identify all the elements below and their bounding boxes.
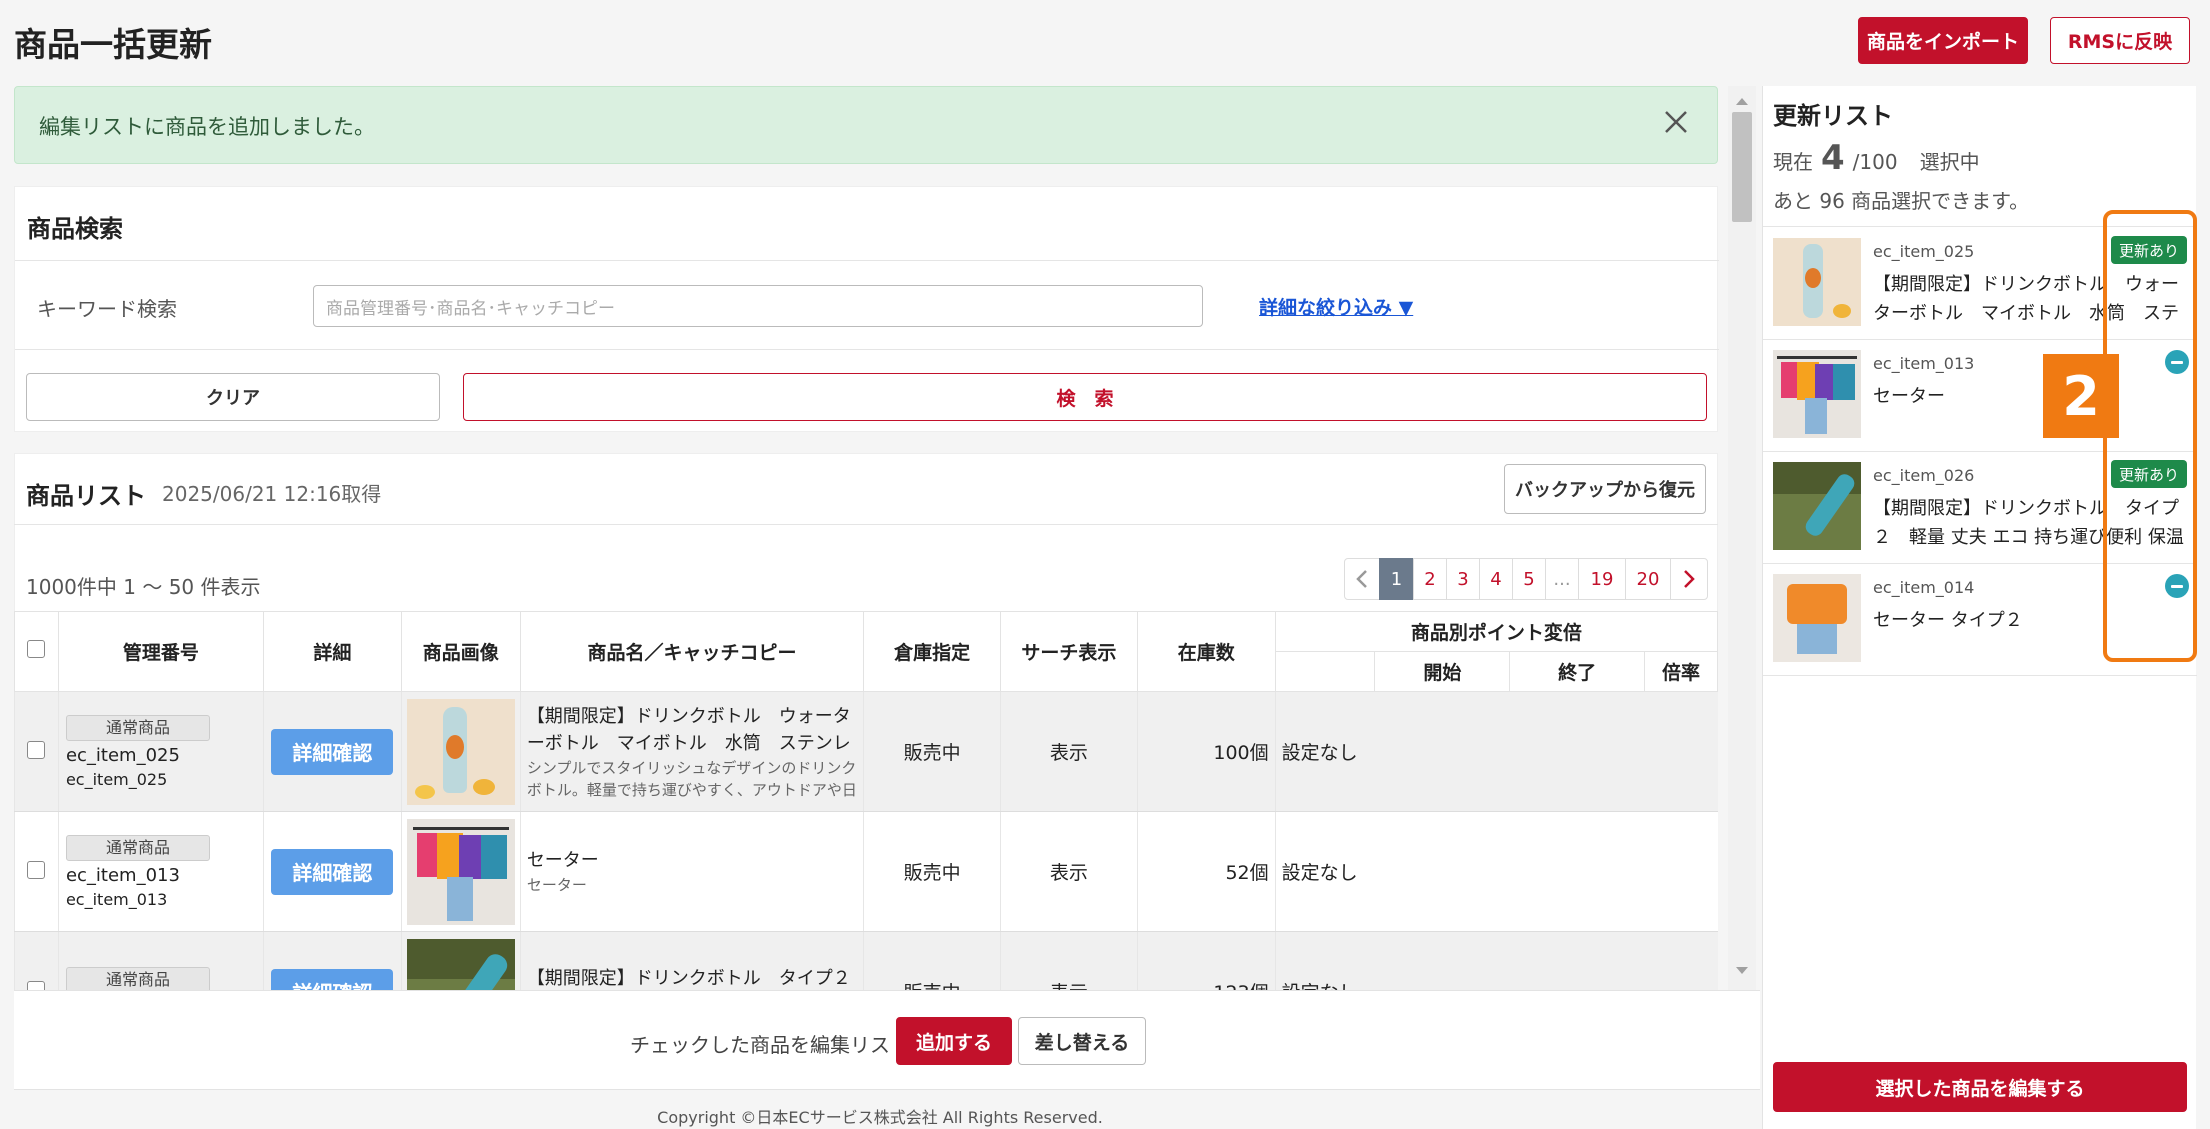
remaining-text: あと 96 商品選択できます。 — [1773, 189, 2030, 213]
product-catch: シンプルでスタイリッシュなデザインのドリンクボトル。軽量で持ち運びやすく、アウト… — [526, 758, 857, 799]
row-checkbox[interactable] — [27, 740, 46, 759]
item-code: ec_item_025 — [1873, 242, 1975, 261]
search-display-cell: 表示 — [1000, 931, 1138, 990]
bottom-action-bar: チェックした商品を編集リストに 追加する 差し替える — [14, 990, 1760, 1090]
copyright: Copyright ©日本ECサービス株式会社 All Rights Reser… — [657, 1108, 1103, 1127]
col-end: 終了 — [1509, 651, 1646, 692]
select-all-header — [14, 611, 59, 692]
update-list-title: 更新リスト — [1773, 102, 1893, 130]
col-warehouse: 倉庫指定 — [863, 611, 1002, 692]
callout-number-badge: 2 — [2043, 354, 2119, 438]
scroll-up-icon — [1736, 98, 1748, 105]
search-display-cell: 表示 — [1000, 691, 1138, 812]
search-display-cell: 表示 — [1000, 811, 1138, 932]
current-prefix: 現在 — [1773, 150, 1813, 174]
detail-button[interactable]: 詳細確認 — [271, 728, 394, 775]
product-name: 【期間限定】ドリンクボトル タイプ２ 軽量 丈夫 エコ 持ち運び便利 保温 保冷… — [526, 967, 857, 989]
stock-cell: 100個 — [1136, 691, 1276, 812]
product-type-badge: 通常商品 — [65, 835, 210, 861]
table-row: 通常商品 ec_item_026 詳細確認 【期間限定】ドリンクボトル タイプ２… — [14, 931, 1718, 990]
points-cell: 設定なし — [1274, 691, 1718, 812]
product-type-badge: 通常商品 — [65, 715, 210, 741]
import-button[interactable]: 商品をインポート — [1858, 17, 2028, 64]
stock-cell: 52個 — [1136, 811, 1276, 932]
table-row: 通常商品 ec_item_013 ec_item_013 詳細確認 セーター セ… — [14, 811, 1718, 932]
col-stock: 在庫数 — [1136, 611, 1276, 692]
product-code: ec_item_013 — [65, 865, 180, 886]
warehouse-cell: 販売中 — [863, 811, 1001, 932]
product-code: ec_item_025 — [65, 745, 180, 766]
points-cell: 設定なし — [1274, 811, 1718, 932]
item-thumbnail — [1773, 574, 1861, 662]
item-thumbnail — [1773, 350, 1861, 438]
add-to-list-button[interactable]: 追加する — [896, 1017, 1012, 1065]
item-code: ec_item_026 — [1873, 466, 1975, 485]
stock-cell: 123個 — [1136, 931, 1276, 990]
product-table: 管理番号 詳細 商品画像 商品名／キャッチコピー 倉庫指定 サーチ表示 在庫数 … — [14, 611, 1719, 990]
col-rate: 倍率 — [1644, 651, 1718, 692]
col-start: 開始 — [1374, 651, 1511, 692]
edit-selected-button[interactable]: 選択した商品を編集する — [1773, 1062, 2187, 1112]
row-checkbox[interactable] — [27, 860, 46, 879]
col-detail: 詳細 — [262, 611, 402, 692]
current-count: 4 — [1821, 138, 1845, 178]
rms-apply-button[interactable]: RMSに反映 — [2050, 17, 2190, 64]
product-catch: セーター — [526, 876, 587, 894]
col-code: 管理番号 — [57, 611, 264, 692]
replace-button[interactable]: 差し替える — [1018, 1017, 1146, 1065]
main-scrollbar[interactable] — [1728, 86, 1756, 990]
item-code: ec_item_014 — [1873, 578, 1975, 597]
detail-button[interactable]: 詳細確認 — [271, 968, 394, 990]
item-code: ec_item_013 — [1873, 354, 1975, 373]
row-checkbox[interactable] — [27, 980, 46, 990]
scroll-down-icon — [1736, 967, 1748, 974]
product-name: セーター — [526, 850, 599, 871]
col-search-display: サーチ表示 — [1000, 611, 1138, 692]
col-points-blank — [1274, 651, 1376, 692]
warehouse-cell: 販売中 — [863, 931, 1001, 990]
col-points: 商品別ポイント変倍 — [1274, 611, 1719, 652]
product-code-sub: ec_item_025 — [65, 770, 168, 789]
scrollbar-thumb[interactable] — [1732, 112, 1752, 222]
product-name: 【期間限定】ドリンクボトル ウォーターボトル マイボトル 水筒 ステンレスボトル… — [526, 705, 851, 754]
product-type-badge: 通常商品 — [65, 966, 210, 990]
table-viewport: 管理番号 詳細 商品画像 商品名／キャッチコピー 倉庫指定 サーチ表示 在庫数 … — [0, 0, 1720, 990]
update-list-panel: 更新リスト 現在 4 /100 選択中 あと 96 商品選択できます。 ec_i… — [1762, 86, 2197, 1129]
item-thumbnail — [1773, 462, 1861, 550]
checked-items-text: チェックした商品を編集リストに — [630, 1033, 930, 1057]
selected-label: 選択中 — [1919, 150, 1980, 174]
product-image — [406, 818, 515, 925]
points-cell: 設定なし — [1274, 931, 1718, 990]
product-image — [406, 698, 515, 805]
select-all-checkbox[interactable] — [27, 640, 46, 658]
warehouse-cell: 販売中 — [863, 691, 1001, 812]
detail-button[interactable]: 詳細確認 — [271, 848, 394, 895]
product-code-sub: ec_item_013 — [65, 890, 168, 909]
product-image — [406, 938, 515, 990]
selection-count: 現在 4 /100 選択中 — [1773, 138, 1980, 178]
item-thumbnail — [1773, 238, 1861, 326]
col-name: 商品名／キャッチコピー — [519, 611, 865, 692]
max-count: /100 — [1852, 150, 1898, 174]
col-image: 商品画像 — [400, 611, 521, 692]
table-row: 通常商品 ec_item_025 ec_item_025 詳細確認 【期間限定】… — [14, 691, 1718, 812]
